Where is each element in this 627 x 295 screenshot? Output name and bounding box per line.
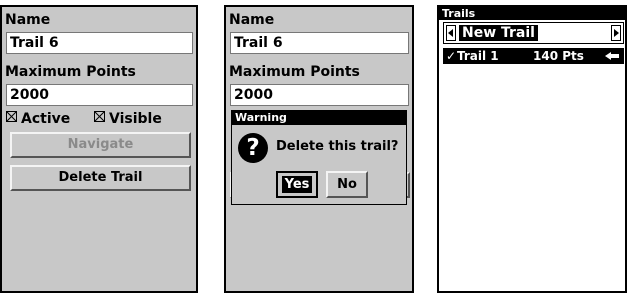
active-checkbox[interactable]: Active — [6, 111, 70, 127]
arrow-left-icon[interactable] — [446, 25, 456, 41]
dialog-title: Warning — [232, 111, 406, 125]
max-points-label: Maximum Points — [5, 64, 136, 80]
trail-item-name: Trail 1 — [457, 49, 499, 63]
visible-check-icon — [94, 111, 105, 122]
warning-dialog: Warning ? Delete this trail? Yes No — [231, 110, 407, 205]
max-points-field[interactable]: 2000 — [230, 84, 409, 106]
active-label: Active — [21, 111, 71, 127]
trail-name-field[interactable]: Trail 6 — [230, 32, 409, 54]
max-points-field[interactable]: 2000 — [6, 84, 193, 106]
trail-selector-value: New Trail — [459, 25, 538, 41]
check-icon: ✓ — [446, 49, 457, 63]
no-button[interactable]: No — [326, 171, 368, 198]
trail-item-points: 140 Pts — [533, 49, 584, 63]
active-check-icon — [6, 111, 17, 122]
navigate-button[interactable]: Navigate — [10, 132, 191, 158]
question-icon: ? — [238, 133, 268, 163]
arrow-right-icon[interactable] — [611, 25, 621, 41]
trail-list-item[interactable]: ✓ Trail 1 140 Pts — [443, 48, 624, 64]
name-label: Name — [229, 12, 275, 28]
name-label: Name — [5, 12, 51, 28]
trails-screen: Trails New Trail ✓ Trail 1 140 Pts — [437, 5, 627, 293]
visible-label: Visible — [109, 111, 162, 127]
visible-checkbox[interactable]: Visible — [94, 111, 162, 127]
delete-trail-button[interactable]: Delete Trail — [10, 165, 191, 191]
delete-confirm-screen: Name Trail 6 Maximum Points 2000 Warning… — [224, 5, 414, 293]
max-points-label: Maximum Points — [229, 64, 360, 80]
yes-label: Yes — [281, 176, 313, 193]
trails-title: Trails — [439, 7, 625, 20]
pointer-arrow-icon — [605, 52, 619, 60]
yes-button[interactable]: Yes — [276, 171, 318, 198]
trail-selector[interactable]: New Trail — [443, 22, 624, 44]
dialog-message: Delete this trail? — [276, 139, 399, 154]
trail-edit-screen: Name Trail 6 Maximum Points 2000 Active … — [0, 5, 198, 293]
trail-name-field[interactable]: Trail 6 — [6, 32, 193, 54]
